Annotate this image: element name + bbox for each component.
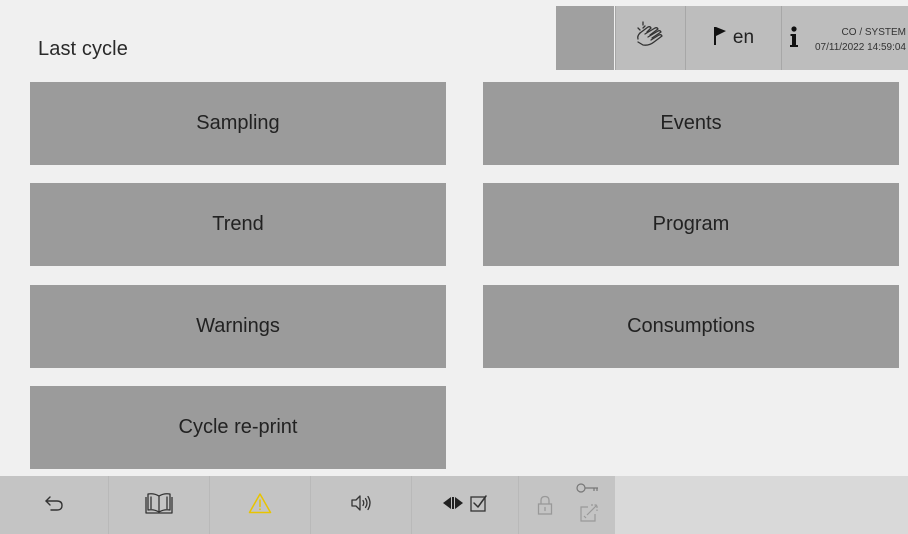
manual-book-icon bbox=[145, 492, 173, 519]
info-icon bbox=[789, 26, 799, 53]
date-time: 07/11/2022 14:59:04 bbox=[814, 42, 906, 53]
trend-button[interactable]: Trend bbox=[30, 183, 446, 266]
back-arrow-icon bbox=[44, 494, 64, 517]
lock-login-button[interactable] bbox=[519, 476, 615, 534]
touch-hand-icon bbox=[634, 20, 668, 56]
user-info-panel[interactable]: CO / SYSTEM 07/11/2022 14:59:04 bbox=[781, 6, 908, 70]
user-name: CO / SYSTEM bbox=[841, 27, 906, 38]
cycle-reprint-button[interactable]: Cycle re-print bbox=[30, 386, 446, 469]
sound-button[interactable] bbox=[311, 476, 412, 534]
compare-select-button[interactable] bbox=[412, 476, 519, 534]
toolbar-empty-area bbox=[615, 476, 908, 534]
touch-mode-button[interactable] bbox=[615, 6, 685, 70]
back-button[interactable] bbox=[0, 476, 109, 534]
manual-button[interactable] bbox=[109, 476, 210, 534]
warning-icon bbox=[248, 492, 272, 519]
lock-icon bbox=[537, 495, 553, 520]
warnings-button[interactable]: Warnings bbox=[30, 285, 446, 368]
events-button[interactable]: Events bbox=[483, 82, 899, 165]
external-link-icon bbox=[580, 504, 598, 527]
language-code: en bbox=[732, 27, 755, 48]
header-blank-cell bbox=[556, 6, 614, 70]
sampling-button[interactable]: Sampling bbox=[30, 82, 446, 165]
warnings-toolbar-button[interactable] bbox=[210, 476, 311, 534]
speaker-icon bbox=[350, 493, 372, 518]
bottom-toolbar bbox=[0, 476, 908, 534]
key-icon bbox=[576, 481, 600, 499]
language-button[interactable]: en bbox=[685, 6, 781, 70]
page-title: Last cycle bbox=[38, 38, 128, 60]
compare-icon bbox=[442, 496, 464, 515]
top-bar: Last cycle en CO / SYSTEM 07/11/2022 14:… bbox=[0, 0, 908, 70]
consumptions-button[interactable]: Consumptions bbox=[483, 285, 899, 368]
program-button[interactable]: Program bbox=[483, 183, 899, 266]
flag-icon bbox=[713, 26, 727, 51]
checkbox-icon bbox=[470, 494, 488, 517]
